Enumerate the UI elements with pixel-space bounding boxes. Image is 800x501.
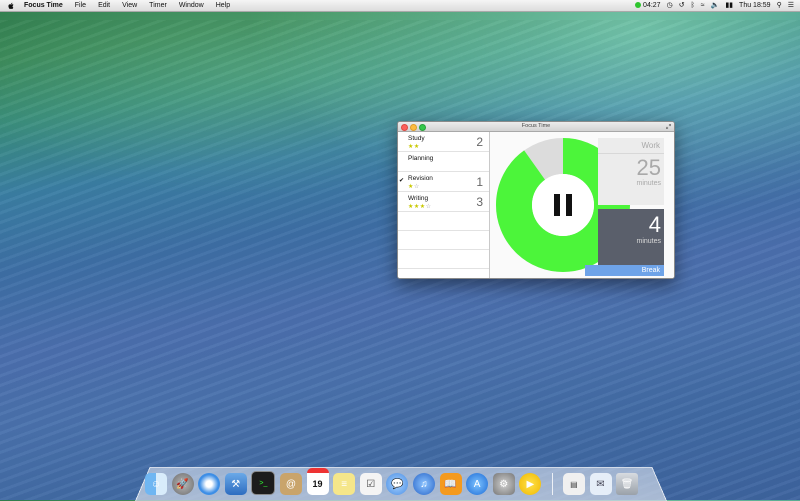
task-row-revision[interactable]: ✔ Revision ★☆ 1 xyxy=(398,172,489,192)
work-duration-panel[interactable]: Work 25 minutes xyxy=(598,138,664,205)
checkmark-icon: ✔ xyxy=(399,178,405,184)
notes-icon[interactable]: ≡ xyxy=(333,473,356,495)
terminal-icon[interactable]: >_ xyxy=(251,471,276,495)
xcode-icon[interactable]: ⚒ xyxy=(224,473,247,495)
empty-row[interactable] xyxy=(398,250,489,269)
focus-time-icon[interactable]: ▶ xyxy=(519,473,542,495)
task-stars: ★☆ xyxy=(408,184,420,190)
menu-app-name[interactable]: Focus Time xyxy=(18,0,69,11)
messages-icon[interactable]: 💬 xyxy=(386,473,409,495)
notification-center-icon[interactable]: ☰ xyxy=(788,0,794,11)
app-store-icon[interactable]: A xyxy=(466,473,489,495)
minimize-button[interactable] xyxy=(410,124,417,131)
task-row-study[interactable]: Study ★★ 2 xyxy=(398,132,489,152)
dock-separator xyxy=(551,473,553,495)
break-duration-panel[interactable]: 4 minutes xyxy=(598,209,664,267)
zoom-button[interactable] xyxy=(419,124,426,131)
task-list: Study ★★ 2 Planning ✔ Revision ★☆ 1 Writ… xyxy=(398,132,490,278)
work-label: Work xyxy=(598,138,664,154)
window-title: Focus Time xyxy=(521,123,551,129)
empty-row[interactable] xyxy=(398,231,489,250)
time-machine-icon[interactable]: ↺ xyxy=(679,0,685,11)
fullscreen-icon[interactable] xyxy=(666,124,671,129)
work-minutes: 25 xyxy=(636,155,661,180)
bluetooth-icon[interactable]: ᛒ xyxy=(691,0,695,11)
task-name: Revision xyxy=(408,175,433,182)
volume-icon[interactable]: 🔈 xyxy=(711,0,720,11)
break-unit: minutes xyxy=(636,238,661,245)
spotlight-icon[interactable]: ⚲ xyxy=(777,0,782,11)
finder-icon[interactable]: ☺ xyxy=(145,473,167,495)
menu-view[interactable]: View xyxy=(116,0,143,11)
apple-icon[interactable] xyxy=(7,2,15,10)
task-count: 2 xyxy=(476,135,483,149)
pause-button[interactable] xyxy=(532,174,594,236)
pause-icon xyxy=(554,194,560,216)
timer-status-icon xyxy=(635,2,642,9)
task-name: Study xyxy=(408,135,425,142)
task-stars: ★★★☆ xyxy=(408,204,432,210)
system-preferences-icon[interactable]: ⚙ xyxy=(492,473,515,495)
task-stars: ★★ xyxy=(408,144,420,150)
calendar-icon[interactable]: 19 xyxy=(306,468,329,495)
menu-timer[interactable]: Timer xyxy=(143,0,173,11)
launchpad-icon[interactable]: 🚀 xyxy=(171,473,194,495)
task-row-planning[interactable]: Planning xyxy=(398,152,489,172)
focus-time-window: Focus Time Study ★★ 2 Planning ✔ Revisio… xyxy=(397,121,675,279)
empty-row[interactable] xyxy=(398,212,489,231)
menu-file[interactable]: File xyxy=(69,0,92,11)
window-titlebar[interactable]: Focus Time xyxy=(398,122,674,132)
break-minutes: 4 xyxy=(648,212,661,237)
break-label-bar[interactable]: Break xyxy=(585,265,664,276)
downloads-stack-icon[interactable]: ✉ xyxy=(589,473,612,495)
menu-extra-timer[interactable]: 04:27 xyxy=(635,0,661,11)
work-unit: minutes xyxy=(636,180,661,187)
task-name: Writing xyxy=(408,195,429,202)
timer-status-text: 04:27 xyxy=(643,2,661,9)
clock-icon[interactable]: ◷ xyxy=(667,0,673,11)
task-count: 3 xyxy=(476,195,483,209)
task-name: Planning xyxy=(408,155,434,162)
trash-icon[interactable]: 🗑 xyxy=(616,473,639,495)
task-row-writing[interactable]: Writing ★★★☆ 3 xyxy=(398,192,489,212)
battery-icon[interactable]: ▮▮ xyxy=(725,0,733,11)
ibooks-icon[interactable]: 📖 xyxy=(439,473,462,495)
documents-stack-icon[interactable]: ▤ xyxy=(562,473,585,495)
safari-icon[interactable]: ✦ xyxy=(198,473,221,495)
wifi-icon[interactable]: ≈ xyxy=(701,0,705,11)
itunes-icon[interactable]: ♫ xyxy=(412,473,435,495)
calendar-day: 19 xyxy=(312,479,323,489)
menu-edit[interactable]: Edit xyxy=(92,0,116,11)
reminders-icon[interactable]: ☑ xyxy=(359,473,382,495)
timer-panel: Work 25 minutes 4 minutes Break xyxy=(490,132,674,278)
close-button[interactable] xyxy=(401,124,408,131)
menu-window[interactable]: Window xyxy=(173,0,210,11)
pause-icon xyxy=(566,194,572,216)
clock-text[interactable]: Thu 18:59 xyxy=(739,0,771,11)
contacts-icon[interactable]: @ xyxy=(279,473,302,495)
task-count: 1 xyxy=(476,175,483,189)
menu-help[interactable]: Help xyxy=(210,0,236,11)
dock-icons: ☺ 🚀 ✦ ⚒ >_ @ 19 ≡ ☑ 💬 ♫ 📖 A ⚙ ▶ ▤ ✉ 🗑 xyxy=(145,467,643,495)
menu-bar: Focus Time File Edit View Timer Window H… xyxy=(0,0,800,12)
